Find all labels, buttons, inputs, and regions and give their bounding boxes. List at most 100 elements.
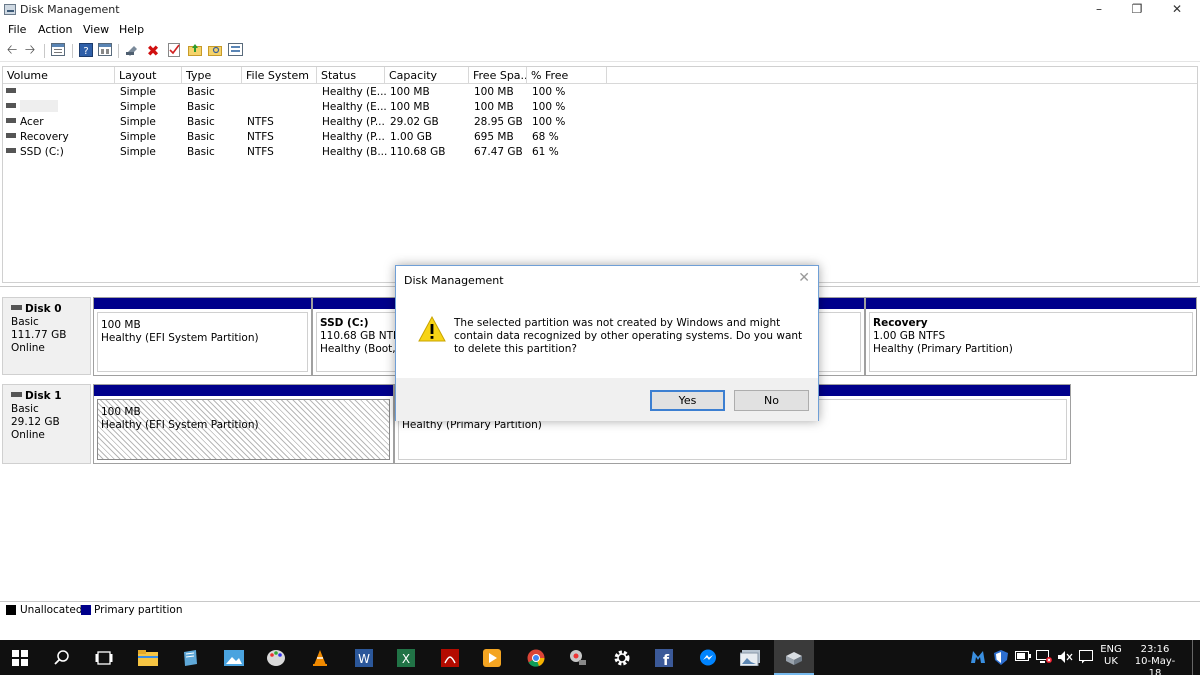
layout-cell: Simple (120, 86, 156, 98)
pct-cell: 100 % (532, 86, 566, 98)
volume-name: Acer (20, 116, 44, 128)
table-row[interactable]: Simple Basic Healthy (E... 100 MB 100 MB… (3, 85, 1197, 100)
table-row[interactable]: Acer Simple Basic NTFS Healthy (P... 29.… (3, 115, 1197, 130)
svg-text:f: f (663, 653, 670, 667)
start-button[interactable] (0, 640, 40, 675)
pdf-icon (441, 649, 459, 667)
settings-button[interactable] (602, 640, 642, 675)
capacity-cell: 110.68 GB (390, 146, 446, 158)
layout-cell: Simple (120, 101, 156, 113)
column-capacity[interactable]: Capacity (385, 67, 469, 84)
message-icon[interactable] (1078, 650, 1094, 666)
forward-arrow-icon[interactable]: 🡢 (22, 43, 38, 59)
capacity-cell: 100 MB (390, 86, 430, 98)
search-button[interactable] (42, 640, 82, 675)
taskbar: W X f ENG UK 23:16 10-May-18 (0, 640, 1200, 679)
toolbar-separator (118, 44, 119, 58)
app-excel-button[interactable]: X (386, 640, 426, 675)
task-view-button[interactable] (84, 640, 124, 675)
app-paint-button[interactable] (256, 640, 296, 675)
disk-0-label[interactable]: Disk 0 Basic 111.77 GB Online (2, 297, 91, 375)
app-photos-button[interactable] (214, 640, 254, 675)
fs-cell: NTFS (247, 116, 274, 128)
help-icon[interactable]: ? (78, 43, 94, 59)
pct-cell: 68 % (532, 131, 559, 143)
defender-shield-icon[interactable] (993, 650, 1009, 666)
disk-state: Online (11, 342, 45, 354)
folder-search-icon[interactable] (207, 43, 223, 59)
partition-disk1-efi-selected[interactable]: 100 MB Healthy (EFI System Partition) (93, 384, 394, 464)
primary-partition-bar (94, 385, 393, 396)
folder-up-icon[interactable] (187, 43, 203, 59)
input-language[interactable]: ENG UK (1098, 644, 1124, 668)
gear-icon (614, 650, 630, 666)
layout-cell: Simple (120, 146, 156, 158)
type-cell: Basic (187, 116, 215, 128)
free-cell: 695 MB (474, 131, 514, 143)
properties-icon[interactable] (97, 43, 113, 59)
menu-view[interactable]: View (83, 23, 109, 36)
app-chrome-button[interactable] (516, 640, 556, 675)
unallocated-swatch (6, 605, 16, 615)
column-free-space[interactable]: Free Spa... (469, 67, 527, 84)
volume-icon (6, 133, 16, 138)
disk-1-label[interactable]: Disk 1 Basic 29.12 GB Online (2, 384, 91, 464)
no-button[interactable]: No (734, 390, 809, 411)
volume-muted-icon[interactable] (1057, 650, 1073, 666)
column-percent-free[interactable]: % Free (527, 67, 607, 84)
disk-management-taskbar-button[interactable] (774, 640, 814, 675)
file-explorer-button[interactable] (128, 640, 168, 675)
table-row[interactable]: SSD (C:) Simple Basic NTFS Healthy (B...… (3, 145, 1197, 160)
partition-disk0-recovery[interactable]: Recovery 1.00 GB NTFS Healthy (Primary P… (865, 297, 1197, 376)
checklist-icon[interactable] (166, 43, 182, 59)
type-cell: Basic (187, 101, 215, 113)
column-type[interactable]: Type (182, 67, 242, 84)
status-cell: Healthy (B... (322, 146, 388, 158)
column-status[interactable]: Status (317, 67, 385, 84)
app-vlc-button[interactable] (300, 640, 340, 675)
app-tool-button[interactable] (558, 640, 598, 675)
table-row[interactable]: Simple Basic Healthy (E... 100 MB 100 MB… (3, 100, 1197, 115)
column-layout[interactable]: Layout (115, 67, 182, 84)
app-media-player-button[interactable] (472, 640, 512, 675)
connect-disk-icon[interactable] (124, 43, 140, 59)
app-pdf-button[interactable] (430, 640, 470, 675)
chrome-icon (527, 649, 545, 667)
close-button[interactable]: ✕ (1154, 0, 1200, 20)
app-facebook-button[interactable]: f (644, 640, 684, 675)
app-notepad-button[interactable] (170, 640, 210, 675)
type-cell: Basic (187, 131, 215, 143)
play-icon (483, 649, 501, 667)
battery-icon[interactable] (1015, 650, 1031, 666)
table-row[interactable]: Recovery Simple Basic NTFS Healthy (P...… (3, 130, 1197, 145)
volume-icon (6, 103, 16, 108)
show-desktop-divider[interactable] (1192, 640, 1193, 675)
excel-icon: X (397, 649, 415, 667)
partition-disk0-efi[interactable]: 100 MB Healthy (EFI System Partition) (93, 297, 312, 376)
network-icon[interactable] (1036, 650, 1052, 666)
menu-help[interactable]: Help (119, 23, 144, 36)
show-hide-console-tree-icon[interactable] (50, 43, 66, 59)
app-word-button[interactable]: W (344, 640, 384, 675)
volume-name: Recovery (20, 131, 69, 143)
dialog-button-area: Yes No (396, 378, 818, 421)
delete-partition-dialog: Disk Management ✕ The selected partition… (395, 265, 819, 421)
back-arrow-icon[interactable]: 🡠 (4, 43, 20, 59)
volume-icon (6, 118, 16, 123)
delete-icon[interactable]: ✖ (145, 43, 161, 59)
dialog-close-icon[interactable]: ✕ (798, 270, 810, 286)
malwarebytes-icon[interactable] (970, 650, 986, 666)
status-cell: Healthy (E... (322, 101, 387, 113)
app-messenger-button[interactable] (688, 640, 728, 675)
menu-action[interactable]: Action (38, 23, 72, 36)
fs-cell: NTFS (247, 131, 274, 143)
disk-state: Online (11, 429, 45, 441)
column-volume[interactable]: Volume (3, 67, 115, 84)
yes-button[interactable]: Yes (650, 390, 725, 411)
status-cell: Healthy (E... (322, 86, 387, 98)
settings-panel-icon[interactable] (227, 43, 243, 59)
capacity-cell: 1.00 GB (390, 131, 433, 143)
column-file-system[interactable]: File System (242, 67, 317, 84)
menu-file[interactable]: File (8, 23, 26, 36)
app-photos-viewer-button[interactable] (730, 640, 770, 675)
